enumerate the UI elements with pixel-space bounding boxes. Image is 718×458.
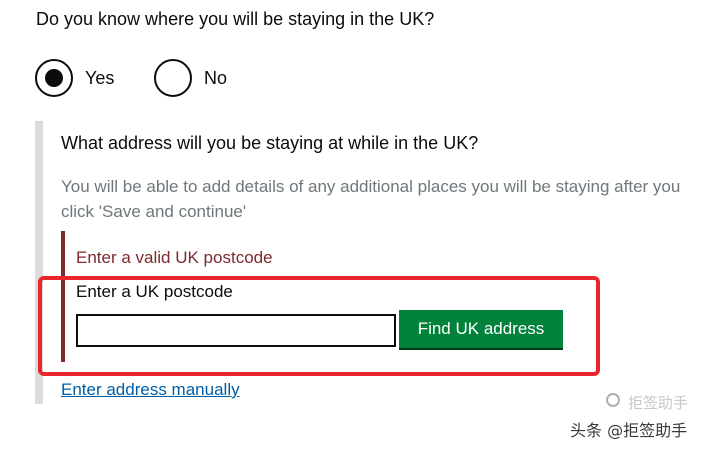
postcode-error-message: Enter a valid UK postcode bbox=[76, 248, 273, 267]
address-hint: You will be able to add details of any a… bbox=[61, 177, 681, 221]
postcode-input[interactable] bbox=[76, 314, 396, 347]
radio-yes[interactable]: Yes bbox=[35, 58, 114, 98]
watermark-text: 头条 @拒签助手 bbox=[570, 421, 688, 440]
radio-no-circle[interactable] bbox=[154, 59, 192, 97]
radio-no[interactable]: No bbox=[154, 58, 227, 98]
radio-yes-label: Yes bbox=[85, 67, 115, 88]
address-question: What address will you be staying at whil… bbox=[61, 133, 479, 153]
find-uk-address-button[interactable]: Find UK address bbox=[399, 310, 563, 348]
watermark-faded-text: 拒签助手 bbox=[628, 394, 689, 412]
error-border bbox=[61, 231, 65, 362]
postcode-label: Enter a UK postcode bbox=[76, 282, 233, 301]
enter-address-manually-link[interactable]: Enter address manually bbox=[61, 378, 240, 402]
question-heading: Do you know where you will be staying in… bbox=[36, 9, 435, 29]
radio-yes-circle[interactable] bbox=[35, 59, 73, 97]
watermark-logo-icon bbox=[606, 393, 620, 407]
conditional-reveal-bar bbox=[35, 121, 43, 404]
radio-no-label: No bbox=[204, 67, 228, 88]
